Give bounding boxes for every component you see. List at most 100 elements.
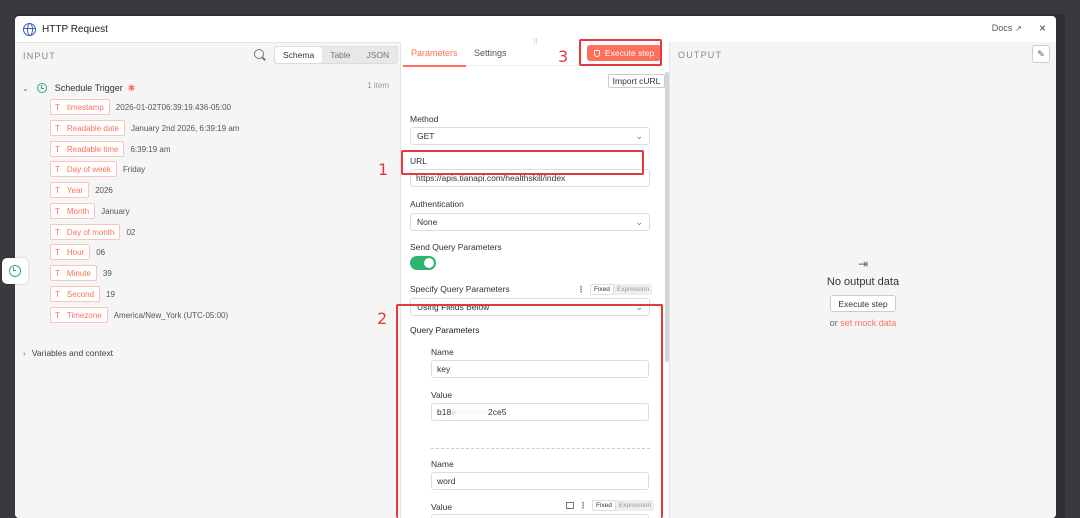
globe-icon — [23, 22, 36, 36]
search-icon[interactable] — [254, 49, 264, 59]
field-label: Readable time — [66, 144, 119, 154]
clock-icon — [36, 83, 47, 93]
schema-field[interactable]: T Year 2026 — [50, 182, 113, 198]
http-request-modal: HTTP Request Docs ↗ × INPUT Schema Table … — [15, 16, 1056, 518]
output-label: OUTPUT — [678, 50, 723, 60]
field-name[interactable]: T Hour — [50, 244, 91, 260]
schema-field[interactable]: T Day of month 02 — [50, 224, 135, 240]
trigger-name: Schedule Trigger — [54, 83, 123, 93]
more-options-icon[interactable]: ⋮ — [579, 501, 587, 510]
field-value: 19 — [106, 289, 115, 299]
variables-and-context[interactable]: › Variables and context — [23, 348, 113, 358]
param-name-value: word — [437, 476, 456, 486]
field-label: Year — [66, 185, 84, 195]
docs-link[interactable]: Docs ↗ — [992, 23, 1022, 33]
expression-option[interactable]: Expression — [614, 284, 652, 295]
execute-step-button[interactable]: Execute step — [587, 45, 661, 61]
field-name[interactable]: T Readable time — [50, 141, 125, 157]
set-mock-data-link[interactable]: set mock data — [840, 318, 896, 328]
chevron-right-icon: › — [23, 348, 26, 358]
text-type-icon: T — [55, 206, 60, 216]
input-panel: INPUT Schema Table JSON ⌄ Schedule Trigg… — [15, 42, 400, 518]
param-name-value: key — [437, 364, 451, 374]
param-value-input[interactable]: 失眠 — [431, 514, 649, 518]
chevron-down-icon: ⌄ — [635, 217, 643, 227]
url-input[interactable]: https://apis.tianapi.com/healthskill/ind… — [410, 169, 650, 187]
schema-field[interactable]: Ttimestamp 2026-01-02T06:39:19.436-05:00 — [50, 99, 231, 115]
fixed-expression-control: ⋮ Fixed Expression — [577, 284, 653, 295]
chevron-down-icon[interactable]: ⌄ — [22, 84, 29, 93]
specify-query-select[interactable]: Using Fields Below ⌄ — [410, 298, 650, 316]
param-name-input[interactable]: key — [431, 360, 649, 378]
send-query-toggle[interactable] — [410, 256, 436, 270]
annotation-number-3: 3 — [558, 47, 569, 66]
import-curl-button[interactable]: Import cURL — [608, 74, 665, 88]
execute-step-label: Execute step — [604, 48, 655, 58]
text-type-icon: T — [55, 227, 60, 237]
text-type-icon: T — [55, 102, 60, 112]
method-value: GET — [417, 131, 435, 141]
method-label: Method — [410, 114, 439, 124]
field-name[interactable]: Ttimestamp — [50, 99, 110, 115]
schema-field[interactable]: T Day of week Friday — [50, 161, 145, 177]
annotation-number-1: 1 — [378, 160, 389, 179]
mock-data-line: or set mock data — [670, 318, 1056, 328]
modal-title: HTTP Request — [42, 23, 108, 35]
pencil-icon: ✎ — [1037, 48, 1045, 59]
field-name[interactable]: T Readable date — [50, 120, 125, 136]
execute-step-button-output[interactable]: Execute step — [830, 295, 896, 312]
tab-schema[interactable]: Schema — [275, 47, 323, 63]
mapping-icon[interactable] — [566, 502, 574, 509]
input-arrow-icon: ⇥ — [857, 257, 869, 271]
close-button[interactable]: × — [1039, 21, 1046, 35]
schema-field[interactable]: T Hour 06 — [50, 244, 105, 260]
field-name[interactable]: T Month — [50, 203, 96, 219]
background-app-right — [1065, 14, 1080, 518]
param-name-input[interactable]: word — [431, 472, 649, 490]
edit-output-button[interactable]: ✎ — [1032, 45, 1050, 63]
fixed-option[interactable]: Fixed — [590, 284, 614, 295]
tab-table[interactable]: Table — [322, 47, 358, 63]
more-options-icon[interactable]: ⋮ — [577, 285, 585, 294]
fixed-option[interactable]: Fixed — [592, 500, 616, 511]
tab-json[interactable]: JSON — [359, 47, 398, 63]
field-name[interactable]: T Second — [50, 286, 101, 302]
chevron-down-icon: ⌄ — [635, 131, 643, 141]
text-type-icon: T — [55, 123, 60, 133]
schema-field[interactable]: T Minute 39 — [50, 265, 112, 281]
side-trigger-button[interactable] — [2, 258, 28, 284]
param-value-input[interactable]: b18 e·············· 2ce5 — [431, 403, 649, 421]
scrollbar[interactable] — [665, 72, 669, 362]
parameters-panel: ⠿ Parameters Settings Execute step Impor… — [400, 39, 671, 518]
field-label: Readable date — [66, 123, 119, 133]
fixed-expression-toggle[interactable]: Fixed Expression — [590, 284, 653, 295]
schema-field[interactable]: T Month January — [50, 203, 130, 219]
schema-field[interactable]: T Second 19 — [50, 286, 115, 302]
field-label: Day of week — [66, 164, 111, 174]
field-name[interactable]: T Timezone — [50, 307, 108, 323]
schedule-trigger-node[interactable]: ⌄ Schedule Trigger ✱ 1 item — [22, 81, 397, 95]
item-count: 1 item — [367, 81, 389, 90]
text-type-icon: T — [55, 164, 60, 174]
drag-handle-icon[interactable]: ⠿ — [533, 38, 538, 46]
authentication-select[interactable]: None ⌄ — [410, 213, 650, 231]
clock-icon — [9, 265, 21, 277]
schema-field[interactable]: T Readable date January 2nd 2026, 6:39:19 … — [50, 120, 239, 136]
background-app-toolbar — [0, 0, 1080, 14]
tab-settings[interactable]: Settings — [474, 48, 507, 58]
pin-icon: ✱ — [127, 82, 136, 93]
tab-parameters[interactable]: Parameters — [403, 48, 465, 67]
fixed-expression-toggle[interactable]: Fixed Expression — [592, 500, 655, 511]
expression-option[interactable]: Expression — [616, 500, 654, 511]
schema-field[interactable]: T Timezone America/New_York (UTC-05:00) — [50, 307, 228, 323]
schema-field[interactable]: T Readable time 6:39:19 am — [50, 141, 171, 157]
field-name[interactable]: T Minute — [50, 265, 97, 281]
send-query-label: Send Query Parameters — [410, 242, 502, 252]
text-type-icon: T — [55, 247, 60, 257]
field-value: 06 — [96, 247, 106, 257]
field-name[interactable]: T Day of month — [50, 224, 121, 240]
field-name[interactable]: T Day of week — [50, 161, 117, 177]
docs-label: Docs — [991, 23, 1013, 33]
method-select[interactable]: GET ⌄ — [410, 127, 650, 145]
field-name[interactable]: T Year — [50, 182, 90, 198]
